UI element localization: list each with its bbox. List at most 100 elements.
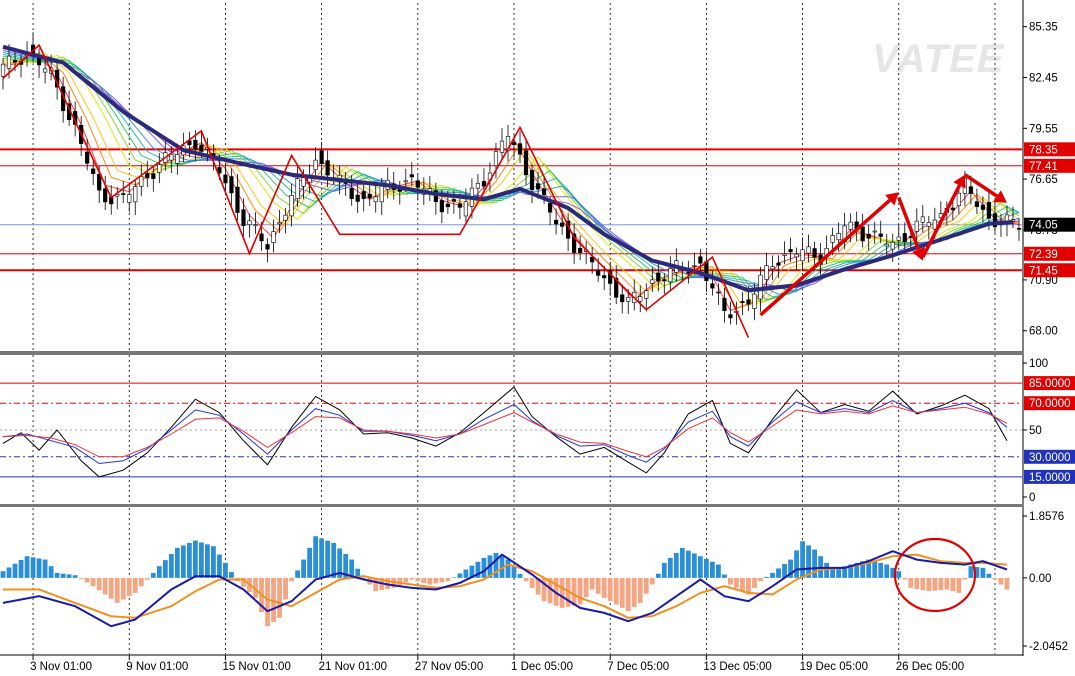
macd-histogram-bar — [794, 550, 799, 578]
macd-histogram-bar — [697, 556, 703, 578]
candle-body — [289, 195, 294, 217]
macd-histogram-bar — [301, 559, 306, 578]
macd-histogram-bar — [114, 577, 120, 603]
candle-body — [956, 192, 961, 206]
trading-chart[interactable]: VATEE 85.3582.4579.5576.6573.7570.9068.0… — [0, 0, 1075, 676]
candle-body — [457, 203, 463, 208]
macd-histogram-bar — [415, 577, 421, 582]
candle-body — [1016, 228, 1022, 230]
candle-body — [926, 222, 931, 227]
candle-body — [980, 204, 986, 210]
macd-histogram-bar — [150, 572, 156, 578]
macd-histogram-bar — [643, 577, 649, 594]
candle-body — [974, 201, 980, 207]
candle-body — [325, 160, 330, 176]
candle-body — [529, 169, 535, 191]
macd-histogram-bar — [156, 566, 162, 578]
macd-histogram-bar — [78, 577, 84, 579]
macd-histogram-bar — [192, 540, 198, 578]
macd-histogram-bar — [66, 574, 72, 578]
candle-body — [91, 168, 96, 174]
macd-histogram-bar — [878, 562, 884, 578]
macd-histogram-bar — [685, 550, 691, 578]
candle-body — [950, 207, 955, 211]
x-axis-label: 9 Nov 01:00 — [126, 661, 188, 673]
macd-histogram-bar — [992, 577, 998, 580]
macd-histogram-bar — [728, 577, 733, 585]
candle-body — [626, 296, 631, 302]
macd-histogram-bar — [920, 577, 926, 591]
candle-body — [379, 185, 384, 203]
x-axis-label: 19 Dec 05:00 — [800, 661, 868, 673]
macd-histogram-bar — [667, 557, 673, 578]
candle-body — [133, 186, 138, 203]
candle-body — [728, 314, 733, 319]
macd-axis-label: -2.0452 — [1029, 641, 1068, 653]
macd-histogram-bar — [445, 577, 451, 582]
macd-histogram-bar — [968, 566, 974, 578]
macd-histogram-bar — [205, 544, 210, 578]
macd-histogram-bar — [186, 543, 192, 578]
price-level-tag: 77.41 — [1029, 161, 1058, 173]
macd-histogram-bar — [60, 573, 66, 578]
macd-histogram-bar — [830, 569, 836, 578]
macd-histogram-bar — [457, 573, 463, 578]
candle-body — [271, 231, 276, 243]
stoch-level-tag: 85.0000 — [1029, 378, 1071, 390]
candle-body — [451, 199, 456, 202]
macd-histogram-bar — [511, 566, 517, 578]
candle-body — [686, 272, 691, 274]
price-level-tag: 71.45 — [1029, 265, 1058, 277]
macd-histogram-bar — [102, 577, 108, 595]
candle-body — [283, 214, 288, 221]
macd-histogram-bar — [637, 577, 643, 603]
macd-histogram-bar — [126, 577, 132, 597]
macd-histogram-bar — [0, 571, 6, 578]
macd-histogram-bar — [619, 577, 625, 608]
candle-body — [127, 194, 132, 203]
candle-body — [481, 181, 487, 187]
candle-body — [650, 279, 655, 284]
macd-histogram-bar — [463, 569, 469, 578]
candle-body — [493, 151, 499, 167]
macd-histogram-bar — [734, 577, 739, 588]
macd-histogram-bar — [36, 558, 42, 578]
stoch-level-tag: 30.0000 — [1029, 452, 1071, 464]
candle-body — [151, 173, 156, 179]
macd-histogram-bar — [896, 571, 902, 578]
candle-body — [121, 193, 126, 195]
candle-body — [968, 186, 973, 194]
candle-body — [716, 291, 721, 294]
macd-histogram-bar — [908, 577, 914, 588]
macd-histogram-bar — [289, 577, 294, 582]
candle-body — [523, 150, 529, 176]
candle-body — [253, 224, 258, 227]
macd-histogram-bar — [559, 577, 565, 608]
macd-histogram-bar — [505, 559, 511, 578]
macd-histogram-bar — [283, 577, 288, 600]
candle-body — [644, 290, 649, 299]
macd-histogram-bar — [168, 554, 174, 578]
candle-body — [830, 235, 835, 243]
candle-body — [638, 296, 643, 302]
macd-histogram-bar — [998, 577, 1004, 585]
candle-body — [722, 297, 727, 311]
macd-histogram-bar — [770, 572, 775, 578]
macd-histogram-bar — [481, 557, 487, 578]
candle-body — [812, 248, 817, 258]
candle-body — [139, 176, 144, 187]
macd-histogram-bar — [54, 572, 60, 578]
macd-histogram-bar — [451, 577, 457, 578]
macd-histogram-bar — [223, 562, 228, 578]
macd-histogram-bar — [571, 577, 577, 606]
candle-body — [896, 236, 901, 241]
price-axis-label: 82.45 — [1029, 72, 1058, 84]
candle-body — [463, 201, 469, 217]
macd-histogram-bar — [950, 577, 956, 592]
x-axis-label: 26 Dec 05:00 — [896, 661, 964, 673]
macd-histogram-bar — [926, 577, 932, 592]
candle-body — [229, 176, 234, 194]
macd-histogram-bar — [409, 577, 415, 580]
macd-histogram-bar — [174, 547, 180, 578]
macd-histogram-bar — [722, 574, 727, 578]
